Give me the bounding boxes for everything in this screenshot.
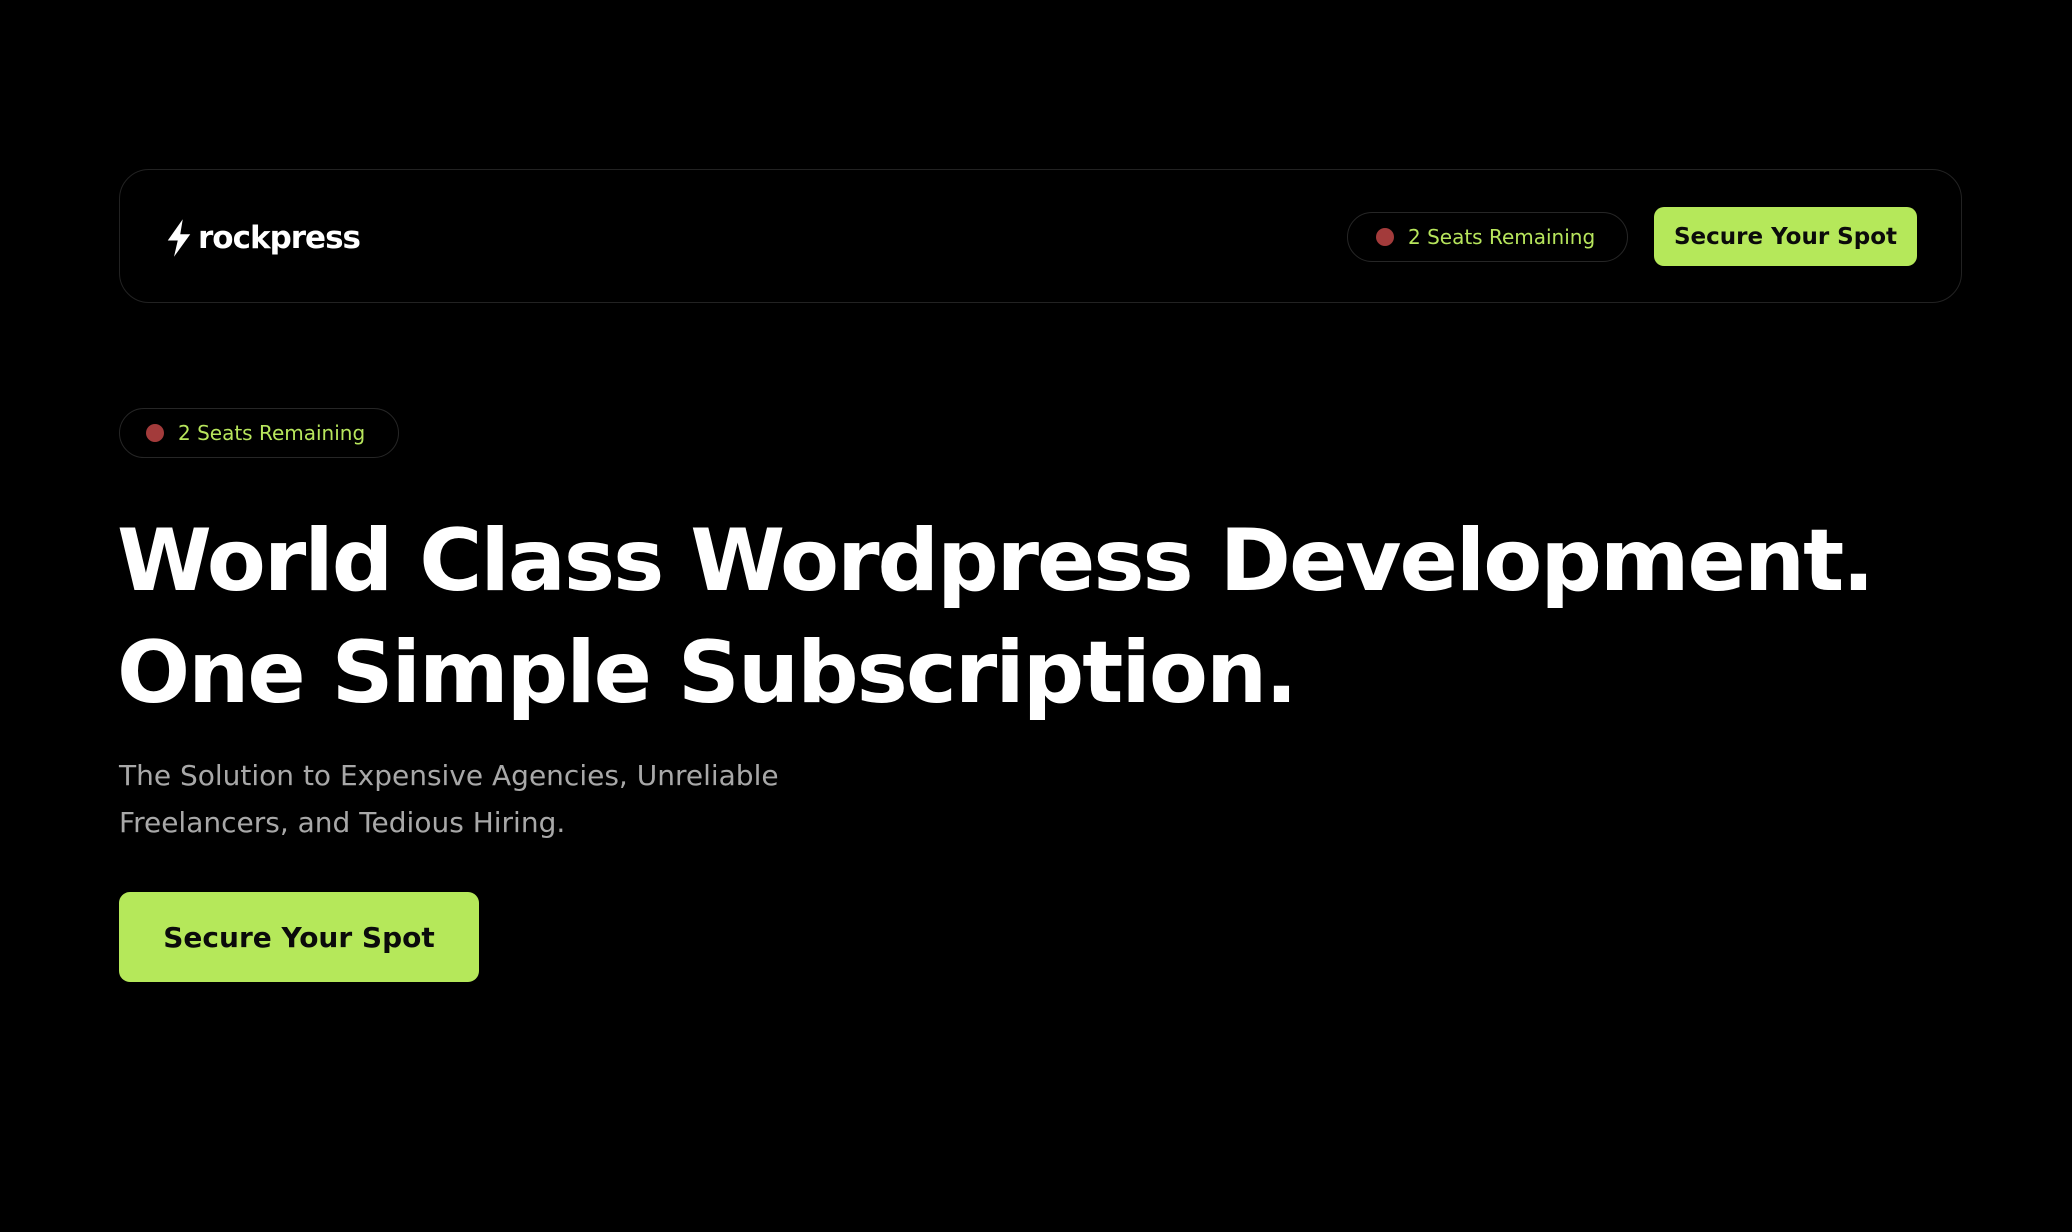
hero-subtitle-line-2: Freelancers, and Tedious Hiring. [119, 806, 566, 839]
hero-title-line-2: One Simple Subscription. [117, 623, 1298, 723]
hero-title: World Class Wordpress Development. One S… [117, 505, 1875, 729]
hero-subtitle-line-1: The Solution to Expensive Agencies, Unre… [119, 759, 779, 792]
lightning-bolt-icon [167, 219, 191, 257]
status-dot-icon [1376, 228, 1394, 246]
hero-subtitle: The Solution to Expensive Agencies, Unre… [119, 752, 779, 846]
brand-logo[interactable]: rockpress [164, 214, 361, 262]
hero-seats-remaining-badge: 2 Seats Remaining [119, 408, 399, 458]
hero-seats-remaining-label: 2 Seats Remaining [178, 421, 366, 445]
navbar: rockpress 2 Seats Remaining Secure Your … [119, 169, 1962, 303]
seats-remaining-label: 2 Seats Remaining [1408, 225, 1596, 249]
seats-remaining-badge: 2 Seats Remaining [1347, 212, 1628, 262]
hero-title-line-1: World Class Wordpress Development. [117, 511, 1875, 611]
secure-spot-button-hero[interactable]: Secure Your Spot [119, 892, 479, 982]
brand-name: rockpress [198, 219, 361, 256]
status-dot-icon [146, 424, 164, 442]
secure-spot-button-nav[interactable]: Secure Your Spot [1654, 207, 1917, 266]
